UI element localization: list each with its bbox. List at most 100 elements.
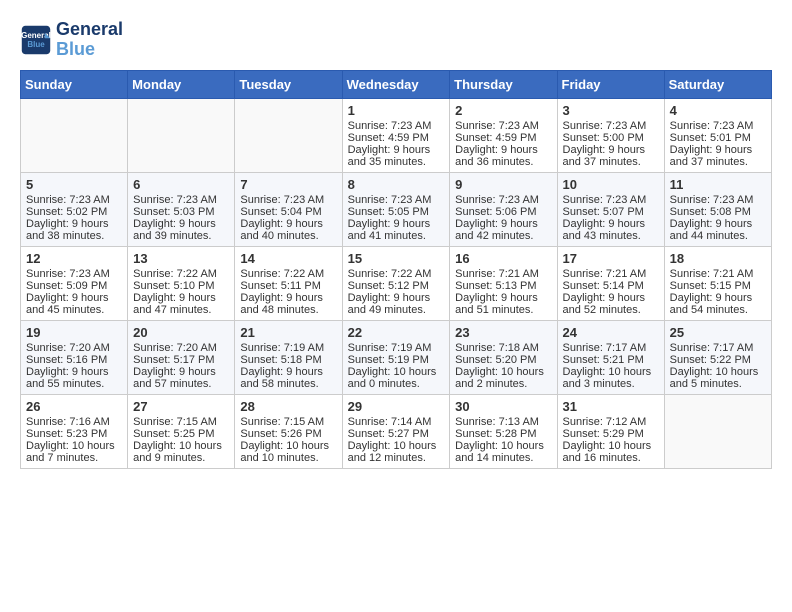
day-content: and 51 minutes.: [455, 304, 551, 316]
calendar-table: SundayMondayTuesdayWednesdayThursdayFrid…: [20, 70, 772, 469]
day-content: and 12 minutes.: [348, 452, 445, 464]
day-content: Daylight: 9 hours: [563, 292, 659, 304]
weekday-header-sunday: Sunday: [21, 70, 128, 98]
day-content: Sunset: 5:13 PM: [455, 280, 551, 292]
calendar-cell: 2Sunrise: 7:23 AMSunset: 4:59 PMDaylight…: [450, 98, 557, 172]
day-content: Sunset: 5:18 PM: [240, 354, 336, 366]
day-content: Sunrise: 7:21 AM: [563, 268, 659, 280]
day-content: Sunrise: 7:22 AM: [348, 268, 445, 280]
calendar-cell: [664, 394, 771, 468]
day-content: Sunrise: 7:21 AM: [670, 268, 766, 280]
day-content: Daylight: 9 hours: [133, 292, 229, 304]
day-content: Sunrise: 7:20 AM: [133, 342, 229, 354]
day-number: 3: [563, 103, 659, 118]
day-content: Daylight: 9 hours: [455, 218, 551, 230]
calendar-cell: 21Sunrise: 7:19 AMSunset: 5:18 PMDayligh…: [235, 320, 342, 394]
day-content: Sunrise: 7:16 AM: [26, 416, 122, 428]
day-number: 19: [26, 325, 122, 340]
week-row-5: 26Sunrise: 7:16 AMSunset: 5:23 PMDayligh…: [21, 394, 772, 468]
day-content: Sunrise: 7:23 AM: [670, 194, 766, 206]
day-content: and 5 minutes.: [670, 378, 766, 390]
day-content: and 58 minutes.: [240, 378, 336, 390]
day-content: Sunrise: 7:18 AM: [455, 342, 551, 354]
day-content: Daylight: 9 hours: [563, 144, 659, 156]
day-number: 4: [670, 103, 766, 118]
day-content: and 0 minutes.: [348, 378, 445, 390]
calendar-cell: 22Sunrise: 7:19 AMSunset: 5:19 PMDayligh…: [342, 320, 450, 394]
day-content: Sunrise: 7:23 AM: [133, 194, 229, 206]
calendar-cell: 25Sunrise: 7:17 AMSunset: 5:22 PMDayligh…: [664, 320, 771, 394]
day-content: Daylight: 9 hours: [240, 292, 336, 304]
day-number: 2: [455, 103, 551, 118]
day-number: 11: [670, 177, 766, 192]
day-content: Sunset: 5:25 PM: [133, 428, 229, 440]
day-content: Sunset: 5:19 PM: [348, 354, 445, 366]
calendar-cell: 13Sunrise: 7:22 AMSunset: 5:10 PMDayligh…: [128, 246, 235, 320]
day-content: Sunrise: 7:23 AM: [348, 120, 445, 132]
calendar-cell: [235, 98, 342, 172]
day-content: Daylight: 9 hours: [133, 366, 229, 378]
calendar-cell: 3Sunrise: 7:23 AMSunset: 5:00 PMDaylight…: [557, 98, 664, 172]
day-content: Daylight: 10 hours: [133, 440, 229, 452]
calendar-cell: 15Sunrise: 7:22 AMSunset: 5:12 PMDayligh…: [342, 246, 450, 320]
day-content: Sunrise: 7:23 AM: [26, 268, 122, 280]
day-content: and 9 minutes.: [133, 452, 229, 464]
day-content: Sunset: 5:15 PM: [670, 280, 766, 292]
day-content: and 48 minutes.: [240, 304, 336, 316]
day-content: Sunrise: 7:23 AM: [348, 194, 445, 206]
day-content: Sunset: 5:02 PM: [26, 206, 122, 218]
day-content: Sunset: 5:03 PM: [133, 206, 229, 218]
day-content: Sunrise: 7:23 AM: [455, 120, 551, 132]
calendar-cell: 12Sunrise: 7:23 AMSunset: 5:09 PMDayligh…: [21, 246, 128, 320]
day-content: Daylight: 9 hours: [670, 218, 766, 230]
day-content: Daylight: 9 hours: [26, 292, 122, 304]
calendar-cell: 6Sunrise: 7:23 AMSunset: 5:03 PMDaylight…: [128, 172, 235, 246]
day-content: and 43 minutes.: [563, 230, 659, 242]
day-content: and 36 minutes.: [455, 156, 551, 168]
day-content: Sunset: 5:23 PM: [26, 428, 122, 440]
day-content: Sunrise: 7:13 AM: [455, 416, 551, 428]
day-content: Sunset: 5:21 PM: [563, 354, 659, 366]
day-content: Daylight: 10 hours: [670, 366, 766, 378]
day-number: 17: [563, 251, 659, 266]
day-content: Sunset: 5:04 PM: [240, 206, 336, 218]
day-content: Sunset: 5:06 PM: [455, 206, 551, 218]
day-content: Daylight: 10 hours: [26, 440, 122, 452]
calendar-cell: 16Sunrise: 7:21 AMSunset: 5:13 PMDayligh…: [450, 246, 557, 320]
day-content: Sunset: 5:00 PM: [563, 132, 659, 144]
day-content: Sunset: 5:14 PM: [563, 280, 659, 292]
day-content: Daylight: 9 hours: [670, 144, 766, 156]
day-content: Daylight: 10 hours: [563, 440, 659, 452]
weekday-header-row: SundayMondayTuesdayWednesdayThursdayFrid…: [21, 70, 772, 98]
day-content: Sunrise: 7:14 AM: [348, 416, 445, 428]
day-number: 26: [26, 399, 122, 414]
day-number: 5: [26, 177, 122, 192]
day-content: and 37 minutes.: [563, 156, 659, 168]
weekday-header-tuesday: Tuesday: [235, 70, 342, 98]
logo: General Blue General Blue: [20, 20, 123, 60]
svg-text:Blue: Blue: [27, 40, 45, 49]
day-content: and 52 minutes.: [563, 304, 659, 316]
calendar-cell: 11Sunrise: 7:23 AMSunset: 5:08 PMDayligh…: [664, 172, 771, 246]
day-content: Daylight: 9 hours: [563, 218, 659, 230]
week-row-3: 12Sunrise: 7:23 AMSunset: 5:09 PMDayligh…: [21, 246, 772, 320]
day-content: and 42 minutes.: [455, 230, 551, 242]
day-content: and 55 minutes.: [26, 378, 122, 390]
day-content: Daylight: 9 hours: [240, 218, 336, 230]
calendar-cell: 23Sunrise: 7:18 AMSunset: 5:20 PMDayligh…: [450, 320, 557, 394]
logo-text: General Blue: [56, 20, 123, 60]
day-content: Sunrise: 7:20 AM: [26, 342, 122, 354]
day-content: Daylight: 9 hours: [670, 292, 766, 304]
day-content: Sunset: 5:28 PM: [455, 428, 551, 440]
day-content: and 57 minutes.: [133, 378, 229, 390]
day-content: Daylight: 9 hours: [455, 144, 551, 156]
calendar-cell: 29Sunrise: 7:14 AMSunset: 5:27 PMDayligh…: [342, 394, 450, 468]
day-number: 29: [348, 399, 445, 414]
calendar-cell: 9Sunrise: 7:23 AMSunset: 5:06 PMDaylight…: [450, 172, 557, 246]
day-content: Sunrise: 7:23 AM: [26, 194, 122, 206]
day-content: Sunset: 5:20 PM: [455, 354, 551, 366]
day-content: Sunrise: 7:12 AM: [563, 416, 659, 428]
day-content: Daylight: 9 hours: [133, 218, 229, 230]
day-content: Daylight: 10 hours: [563, 366, 659, 378]
day-number: 15: [348, 251, 445, 266]
